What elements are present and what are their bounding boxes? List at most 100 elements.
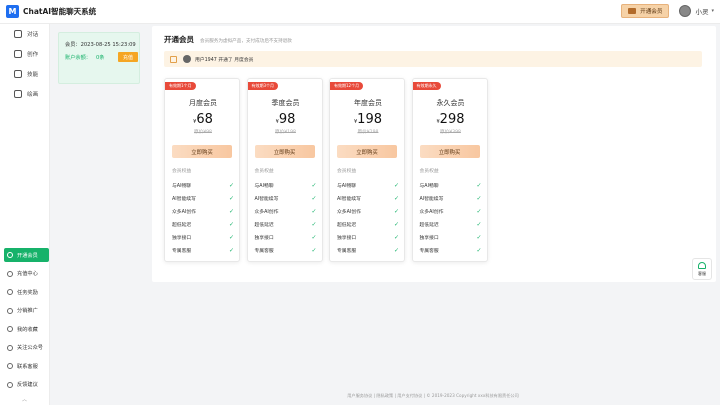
chevron-down-icon[interactable]: ▾ — [711, 8, 714, 14]
account-balance: 账户余额： 0条 — [65, 54, 104, 61]
check-icon: ✓ — [476, 182, 482, 189]
right-label: 独享接口 — [172, 236, 192, 241]
left-nav: 对话 创作技能绘画 开通会员充值中心任务奖励分销推广我的收藏关注公众号联系客服反馈… — [0, 24, 50, 405]
check-icon: ✓ — [476, 234, 482, 241]
feedback-icon — [7, 381, 13, 388]
chat-icon — [14, 30, 22, 38]
nav-item-bottom-6[interactable]: 联系客服 — [4, 359, 49, 373]
crown-icon — [628, 8, 637, 14]
headset-icon — [698, 261, 706, 269]
nav-item-0[interactable]: 对话 — [0, 24, 50, 44]
buy-button[interactable]: 立即购买 — [254, 145, 315, 158]
plan-price: ¥298 — [413, 112, 487, 127]
right-row: 众多AI创作 ✓ — [255, 205, 317, 218]
right-row: 独享接口 ✓ — [255, 231, 317, 244]
buy-button[interactable]: 立即购买 — [337, 145, 397, 158]
validity-badge: 有效期12个月 — [330, 82, 364, 90]
validity-badge: 有效期1个月 — [165, 82, 196, 90]
right-row: 超低延迟 ✓ — [172, 218, 234, 231]
nav-item-1[interactable]: 创作 — [0, 44, 50, 64]
right-label: 专属客服 — [419, 249, 439, 254]
check-icon: ✓ — [228, 221, 234, 228]
paint-icon — [14, 90, 22, 98]
right-row: 专属客服 ✓ — [337, 244, 399, 257]
right-row: 超低延迟 ✓ — [420, 218, 482, 231]
chevron-up-icon[interactable]: ︿ — [22, 396, 27, 403]
nav-item-label: 反馈建议 — [17, 382, 38, 388]
footer: 用户服务协议 | 隐私政策 | 用户支付协议 | © 2019-2023 Cop… — [347, 393, 519, 398]
plan-name: 季度会员 — [271, 99, 300, 107]
plan-price: ¥98 — [248, 112, 322, 127]
nav-item-3[interactable]: 绘画 — [0, 84, 50, 104]
gift-icon — [7, 289, 13, 295]
wechat-icon — [7, 344, 13, 351]
nav-item-bottom-7[interactable]: 反馈建议 — [4, 377, 49, 392]
star-icon — [7, 326, 13, 332]
rights-list: 与AI畅聊 ✓ AI智能续写 ✓ 众多AI创作 ✓ 超低延迟 ✓ 独享接口 ✓ 专属客服 ✓ — [172, 179, 234, 257]
open-vip-button[interactable]: 开通会员 — [621, 4, 670, 18]
nav-item-2[interactable]: 技能 — [0, 64, 50, 84]
customer-service-button[interactable]: 客服 — [692, 258, 712, 280]
recharge-button[interactable]: 充值 — [118, 52, 138, 62]
buy-button[interactable]: 立即购买 — [172, 145, 232, 158]
validity-badge: 有效期永久 — [412, 82, 441, 90]
page-subtitle: 会员服务为虚拟产品，支付成功后不支持退款 — [200, 39, 292, 44]
right-label: 超低延迟 — [172, 223, 192, 228]
nav-item-bottom-5[interactable]: 关注公众号 — [4, 340, 49, 355]
right-label: 专属客服 — [254, 249, 274, 254]
nav-item-bottom-2[interactable]: 任务奖励 — [4, 285, 49, 299]
nav-item-label: 开通会员 — [17, 252, 38, 259]
right-label: 独享接口 — [419, 236, 439, 241]
notice-bar: 用户1947 开通了 月度会员 — [164, 51, 702, 67]
check-icon: ✓ — [393, 208, 399, 215]
nav-item-bottom-0[interactable]: 开通会员 — [4, 248, 49, 262]
right-row: 与AI畅聊 ✓ — [337, 179, 399, 192]
right-label: AI智能续写 — [172, 197, 196, 202]
right-label: 专属客服 — [172, 249, 192, 254]
balance-label: 账户余额： — [65, 55, 91, 61]
nav-item-label: 技能 — [27, 72, 39, 78]
logo-icon: M — [6, 5, 19, 18]
member-expire-value: 2023-08-25 15:23:09 — [80, 42, 136, 48]
right-label: 众多AI创作 — [254, 210, 279, 215]
nav-bottom-list: 开通会员充值中心任务奖励分销推广我的收藏关注公众号联系客服反馈建议 — [4, 248, 49, 396]
rights-title: 会员权益 — [172, 169, 192, 174]
right-label: 超低延迟 — [254, 223, 274, 228]
right-label: 独享接口 — [254, 236, 274, 241]
check-icon: ✓ — [228, 182, 234, 189]
nav-item-label: 任务奖励 — [17, 289, 38, 296]
check-icon: ✓ — [476, 247, 482, 254]
member-expire: 会员：2023-08-25 15:23:09 — [65, 41, 136, 48]
right-label: AI智能续写 — [254, 197, 279, 202]
logo[interactable]: M ChatAI智能聊天系统 — [6, 5, 96, 18]
buy-button[interactable]: 立即购买 — [419, 145, 480, 158]
check-icon: ✓ — [311, 234, 317, 241]
plan-list: 有效期1个月 月度会员 ¥68 原价¥98 立即购买 会员权益 与AI畅聊 ✓ AI智能续写 ✓ 众… — [164, 78, 494, 262]
username[interactable]: 小灵 — [695, 6, 708, 16]
member-expire-label: 会员： — [65, 42, 81, 48]
right-label: AI智能续写 — [419, 197, 444, 202]
right-row: 超低延迟 ✓ — [337, 218, 399, 231]
top-right-area: 开通会员 小灵 ▾ — [621, 4, 714, 18]
right-row: 独享接口 ✓ — [420, 231, 482, 244]
rights-title: 会员权益 — [254, 169, 274, 174]
title-row: 开通会员 会员服务为虚拟产品，支付成功后不支持退款 — [164, 34, 292, 45]
member-panel: 会员：2023-08-25 15:23:09 账户余额： 0条 充值 — [50, 24, 146, 405]
nav-item-label: 关注公众号 — [17, 345, 43, 351]
original-price: 原价¥98 — [194, 130, 212, 135]
right-row: 众多AI创作 ✓ — [172, 205, 234, 218]
avatar[interactable] — [679, 5, 692, 17]
nav-item-bottom-3[interactable]: 分销推广 — [4, 303, 49, 318]
share-icon — [7, 307, 13, 314]
right-label: 与AI畅聊 — [337, 184, 357, 189]
check-icon: ✓ — [311, 221, 317, 228]
customer-service-label: 客服 — [698, 270, 706, 276]
check-icon: ✓ — [228, 195, 234, 202]
right-row: 独享接口 ✓ — [337, 231, 399, 244]
nav-item-bottom-4[interactable]: 我的收藏 — [4, 322, 49, 336]
right-label: 与AI畅聊 — [254, 184, 274, 189]
right-label: 众多AI创作 — [172, 210, 196, 215]
rights-list: 与AI畅聊 ✓ AI智能续写 ✓ 众多AI创作 ✓ 超低延迟 ✓ 独享接口 ✓ 专属客服 ✓ — [255, 179, 317, 257]
check-icon: ✓ — [228, 234, 234, 241]
nav-item-bottom-1[interactable]: 充值中心 — [4, 266, 49, 281]
